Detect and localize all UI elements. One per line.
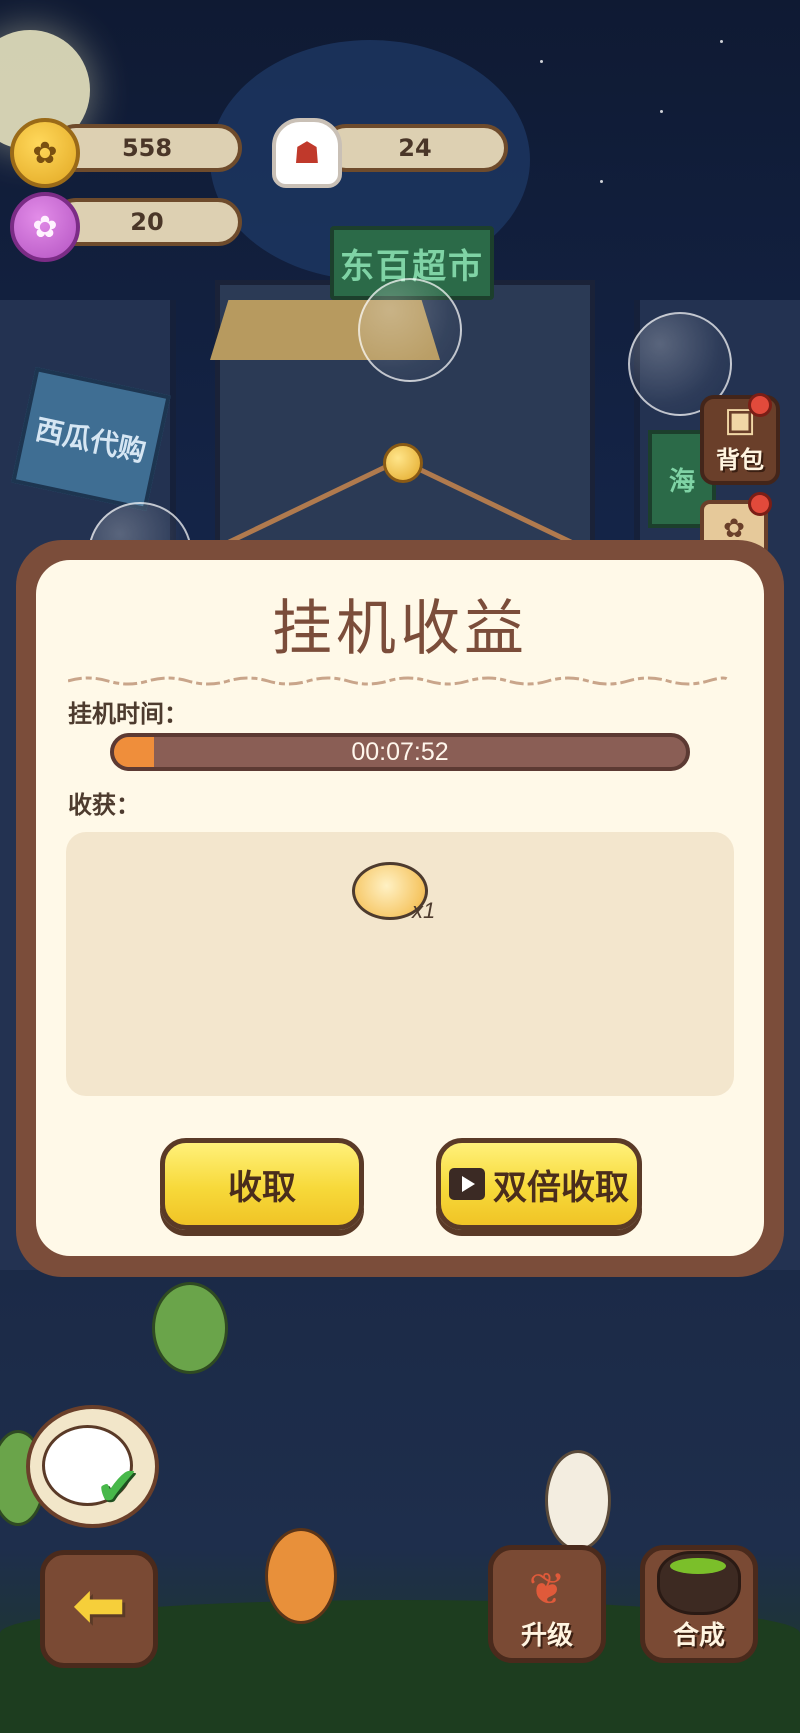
chef-hat-counter: 24 [322, 124, 508, 172]
reward-quantity: x1 [412, 898, 436, 923]
upgrade-label: 升级 [520, 1621, 573, 1651]
idle-time-label: 挂机时间： [68, 700, 188, 728]
coin-counter: 558 [52, 124, 242, 172]
dog-character[interactable] [265, 1528, 337, 1624]
coin-icon: ✿ [10, 118, 80, 188]
collect-button[interactable]: 收取 [160, 1138, 364, 1230]
idle-time-progress: 00:07:52 [110, 733, 690, 771]
notification-dot [748, 393, 772, 417]
double-collect-label: 双倍收取 [493, 1167, 629, 1208]
crocodile-character[interactable] [152, 1282, 228, 1374]
dialog-title: 挂机收益 [272, 594, 528, 664]
upgrade-button[interactable]: ❦ 升级 [488, 1545, 606, 1663]
decorative-divider [68, 676, 728, 686]
checkmark-icon: ✔ [95, 1455, 141, 1518]
rabbit-character[interactable] [545, 1450, 611, 1551]
idle-time-value: 00:07:52 [351, 737, 449, 766]
back-arrow-icon: ⬅ [72, 1569, 126, 1643]
paw-icon: ✿ [10, 192, 80, 262]
star [660, 110, 663, 113]
star [540, 60, 543, 63]
star [600, 180, 603, 183]
cooking-pot-icon [657, 1551, 741, 1615]
rope-knob [383, 443, 423, 483]
floating-bubble[interactable] [358, 278, 462, 382]
double-collect-button[interactable]: 双倍收取 [436, 1138, 642, 1230]
harvest-label: 收获： [68, 791, 140, 819]
merge-button[interactable]: 合成 [640, 1545, 758, 1663]
chef-hat-icon: ☗ [272, 118, 342, 188]
star [720, 40, 723, 43]
back-button[interactable]: ⬅ [40, 1550, 158, 1668]
notification-dot [748, 492, 772, 516]
backpack-label: 背包 [716, 446, 764, 474]
paw-counter: 20 [52, 198, 242, 246]
vegetable-crate-icon: ❦ [528, 1564, 566, 1615]
merge-label: 合成 [672, 1621, 725, 1651]
collect-label: 收取 [228, 1167, 296, 1208]
video-ad-icon [449, 1168, 485, 1200]
